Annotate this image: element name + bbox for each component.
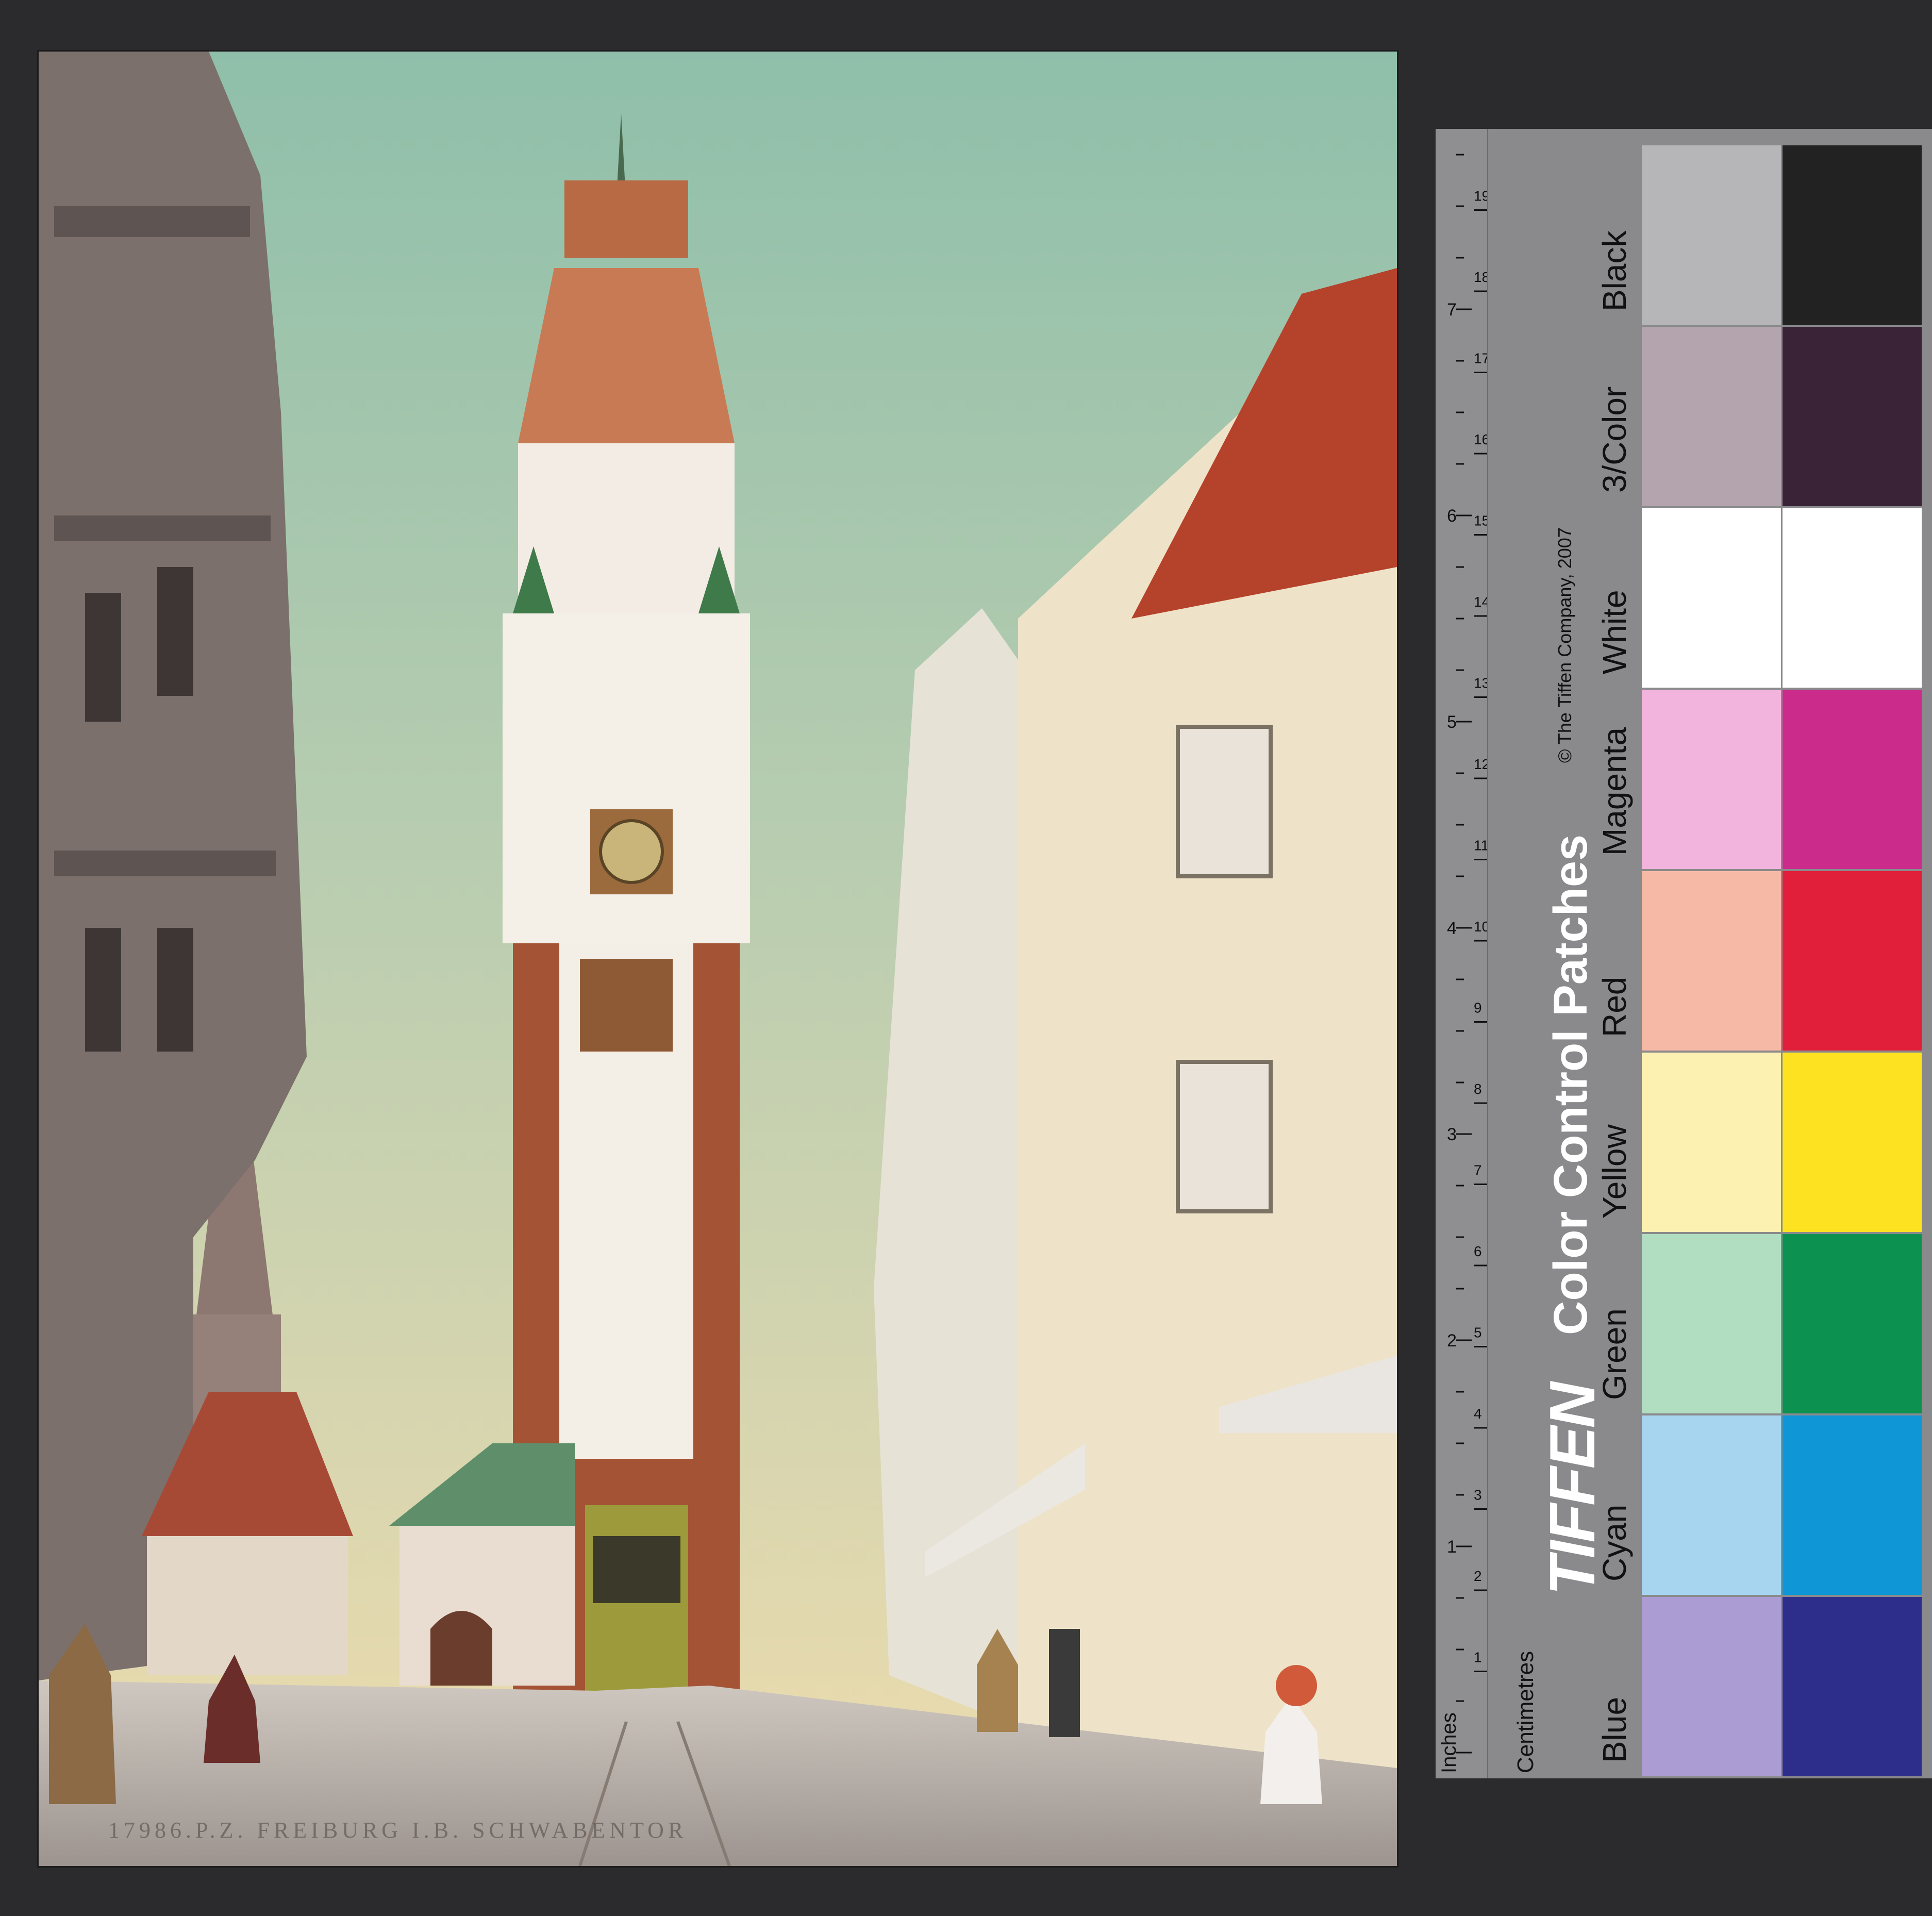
cm-tick-label: 16 (1474, 431, 1487, 447)
man-figure (1049, 1629, 1080, 1737)
patch-cyan-dark (1783, 1415, 1922, 1595)
inch-tick-label: 1 (1447, 1537, 1457, 1557)
cm-tick-label: 8 (1474, 1081, 1482, 1097)
patch-label: 3/Color (1596, 386, 1633, 493)
cm-tick-label: 15 (1474, 513, 1487, 529)
patch-green-light (1642, 1234, 1781, 1413)
patch-3-color-dark (1783, 327, 1922, 506)
copyright-text: © The Tiffen Company, 2007 (1554, 527, 1575, 763)
patch-label: Blue (1596, 1696, 1633, 1763)
patch-blue-light (1642, 1597, 1781, 1776)
patch-label: Cyan (1596, 1504, 1633, 1581)
patch-label: Green (1596, 1308, 1633, 1400)
cm-tick-label: 11 (1474, 838, 1487, 854)
ruler-inches-label: Inches (1438, 1712, 1460, 1773)
inch-tick-label: 7 (1447, 300, 1457, 320)
patch-black-light (1642, 145, 1781, 325)
ruler-cm-label: Centimetres (1513, 1651, 1538, 1773)
patch-magenta-light (1642, 690, 1781, 869)
cm-tick-label: 2 (1474, 1568, 1482, 1584)
cm-tick-label: 10 (1474, 919, 1487, 935)
patch-label: Black (1596, 230, 1633, 312)
patch-black-dark (1783, 145, 1922, 325)
patch-green-dark (1783, 1234, 1922, 1413)
cm-tick-label: 12 (1474, 756, 1487, 772)
street-scene-image (39, 52, 1397, 1866)
cm-tick-label: 6 (1474, 1243, 1482, 1259)
patch-label: Yellow (1596, 1124, 1633, 1219)
patch-white-dark (1783, 508, 1922, 688)
cm-tick-label: 4 (1474, 1406, 1482, 1422)
cm-tick-label: 5 (1474, 1325, 1482, 1341)
patch-grid (1642, 129, 1932, 1778)
patch-white-light (1642, 508, 1781, 688)
inch-tick-label: 5 (1447, 712, 1457, 732)
cm-tick-label: 14 (1474, 594, 1487, 610)
inch-tick-label: 4 (1447, 919, 1457, 938)
patch-yellow-dark (1783, 1053, 1922, 1232)
patch-yellow-light (1642, 1053, 1781, 1232)
photochrom-print (39, 52, 1397, 1866)
patch-label: Magenta (1596, 727, 1633, 856)
inch-tick-label: 2 (1447, 1331, 1457, 1351)
patch-magenta-dark (1783, 690, 1922, 869)
patch-red-dark (1783, 871, 1922, 1051)
patch-cyan-light (1642, 1415, 1781, 1595)
cm-tick-label: 3 (1474, 1487, 1482, 1503)
cm-tick-label: 7 (1474, 1162, 1482, 1178)
inch-tick-label: 3 (1447, 1125, 1457, 1144)
cm-tick-label: 9 (1474, 1000, 1482, 1016)
cm-tick-label: 17 (1474, 351, 1487, 366)
clock-face-icon (599, 819, 664, 884)
parasol (1276, 1665, 1317, 1706)
patch-3-color-light (1642, 327, 1781, 506)
patch-blue-dark (1783, 1597, 1922, 1776)
ruler-scale: 1234567812345678910111213141516171819 (1447, 154, 1487, 1754)
cm-tick-label: 1 (1474, 1650, 1482, 1665)
photo-caption: 17986.P.Z. FREIBURG I.B. SCHWABENTOR (108, 1818, 688, 1843)
inch-tick-label: 6 (1447, 506, 1457, 526)
patch-label: White (1596, 590, 1633, 674)
cm-tick-label: 18 (1474, 269, 1487, 285)
patch-red-light (1642, 871, 1781, 1051)
color-control-target: 1234567812345678910111213141516171819 In… (1436, 129, 1932, 1778)
cm-tick-label: 13 (1474, 675, 1487, 691)
cm-tick-label: 19 (1474, 188, 1487, 204)
patch-label: Red (1596, 976, 1633, 1037)
target-title: Color Control Patches (1544, 834, 1597, 1335)
ruler: 1234567812345678910111213141516171819 (1436, 129, 1488, 1778)
